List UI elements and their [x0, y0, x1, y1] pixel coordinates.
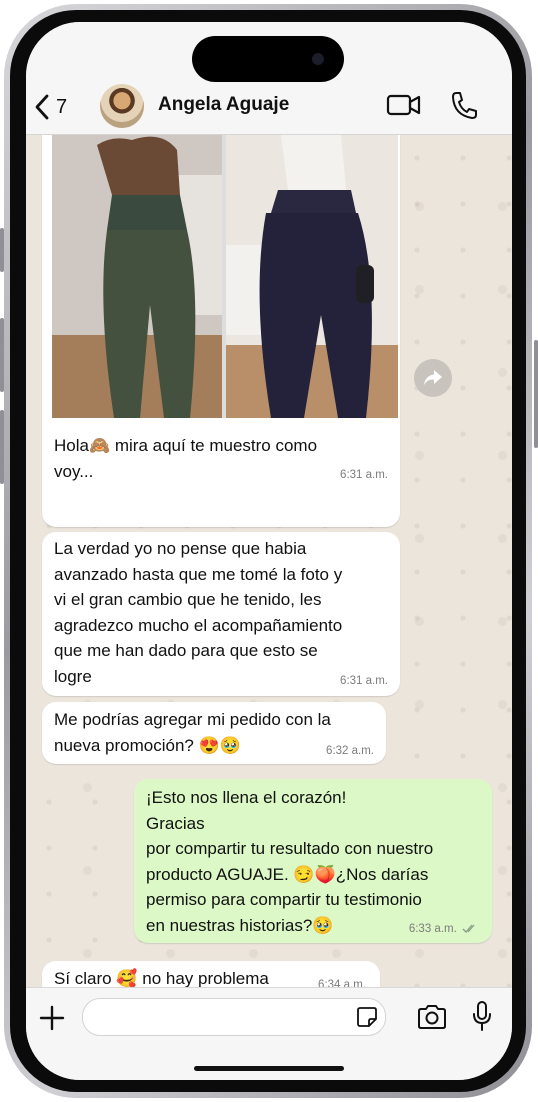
- sticker-button[interactable]: [356, 1006, 378, 1028]
- volume-down-button: [0, 410, 4, 484]
- chat-area[interactable]: Hola🙈 mira aquí te muestro como voy... 6…: [26, 121, 512, 999]
- message-time: 6:31 a.m.: [340, 469, 388, 481]
- dynamic-island: [192, 36, 344, 82]
- action-button: [0, 228, 4, 272]
- message-input[interactable]: [82, 998, 386, 1036]
- incoming-message[interactable]: La verdad yo no pense que habia avanzado…: [42, 532, 400, 696]
- microphone-icon: [473, 1001, 491, 1031]
- input-bar: [26, 987, 512, 1080]
- contact-name[interactable]: Angela Aguaje: [158, 94, 289, 116]
- video-call-button[interactable]: [386, 92, 422, 118]
- double-check-icon: [462, 924, 475, 933]
- outgoing-message[interactable]: ¡Esto nos llena el corazón! Gracias por …: [134, 779, 492, 943]
- message-text: Hola🙈 mira aquí te muestro como voy...: [54, 436, 318, 481]
- voice-call-button[interactable]: [450, 90, 478, 120]
- volume-up-button: [0, 318, 4, 392]
- unread-count: 7: [56, 95, 68, 118]
- photo-right-panel: [226, 135, 398, 418]
- image-message[interactable]: Hola🙈 mira aquí te muestro como voy... 6…: [42, 121, 400, 527]
- phone-icon: [452, 92, 477, 119]
- power-button: [534, 340, 538, 448]
- message-time: 6:32 a.m.: [326, 745, 374, 757]
- forward-button[interactable]: [414, 359, 452, 397]
- message-text: ¡Esto nos llena el corazón! Gracias por …: [146, 788, 434, 935]
- message-text: La verdad yo no pense que habia avanzado…: [54, 539, 343, 686]
- attach-button[interactable]: [38, 1004, 66, 1032]
- incoming-message[interactable]: Me podrías agregar mi pedido con la nuev…: [42, 702, 386, 764]
- video-camera-icon: [386, 94, 421, 116]
- avatar[interactable]: [100, 84, 144, 128]
- camera-button[interactable]: [416, 1004, 448, 1030]
- camera-icon: [418, 1005, 446, 1029]
- home-indicator: [194, 1066, 344, 1071]
- back-button[interactable]: 7: [34, 92, 74, 122]
- voice-note-button[interactable]: [472, 1000, 492, 1032]
- photo-left-panel: [52, 135, 222, 418]
- sticker-icon: [357, 1007, 377, 1027]
- chevron-left-icon: [35, 94, 49, 120]
- plus-icon: [39, 1005, 65, 1031]
- message-time: 6:33 a.m.: [409, 923, 478, 935]
- shared-photo[interactable]: [52, 135, 398, 418]
- message-time-text: 6:33 a.m.: [408, 923, 457, 935]
- message-time: 6:31 a.m.: [340, 675, 388, 687]
- screen: Hola🙈 mira aquí te muestro como voy... 6…: [26, 22, 512, 1080]
- forward-arrow-icon: [424, 370, 442, 385]
- front-camera-icon: [312, 53, 324, 65]
